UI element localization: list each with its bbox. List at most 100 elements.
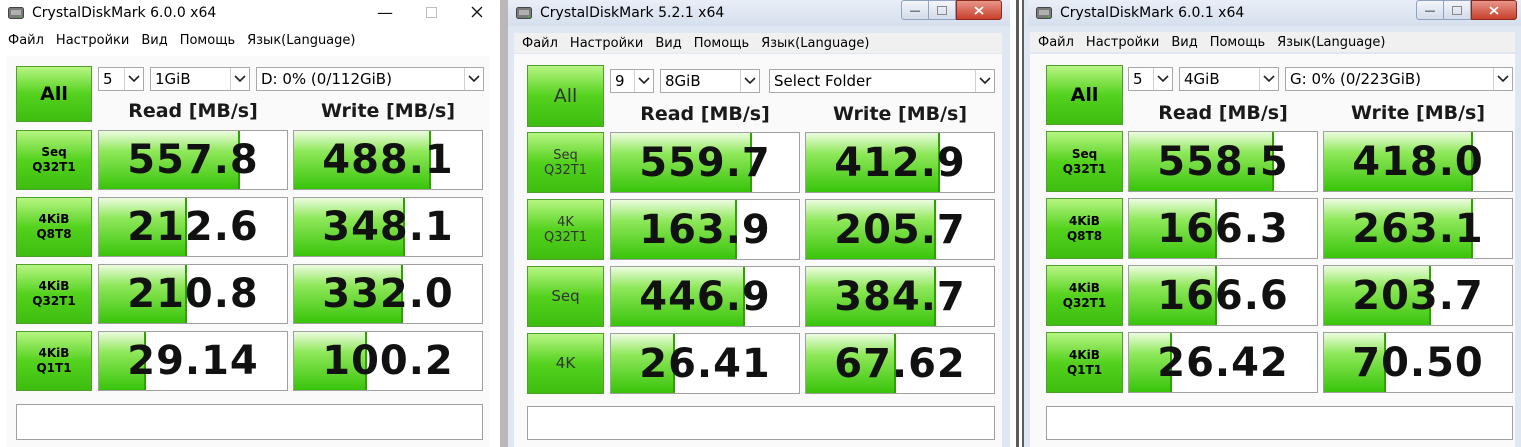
write-value: 67.62: [834, 340, 966, 387]
app-icon: [8, 7, 24, 19]
test-label-line2: Q32T1: [32, 160, 76, 174]
write-header: Write [MB/s]: [832, 103, 968, 125]
read-result: 446.9: [610, 266, 800, 327]
chevron-down-icon: [1153, 68, 1172, 90]
read-result: 163.9: [610, 199, 800, 260]
comment-field[interactable]: [1046, 406, 1513, 440]
test-4k-button[interactable]: 4K: [527, 333, 604, 394]
test-size-select[interactable]: 8GiB: [660, 69, 760, 93]
menu-help[interactable]: Помощь: [694, 36, 749, 51]
menu-settings[interactable]: Настройки: [570, 36, 643, 51]
test-4kib-q32t1-button[interactable]: 4KiB Q32T1: [16, 264, 92, 324]
drive-select[interactable]: Select Folder: [769, 69, 995, 93]
menu-file[interactable]: Файл: [522, 36, 558, 51]
maximize-button[interactable]: [929, 0, 956, 20]
write-value: 384.7: [834, 273, 966, 320]
test-4kib-q32t1-button[interactable]: 4KiB Q32T1: [1046, 265, 1123, 326]
test-label-line2: Q32T1: [544, 229, 587, 245]
write-value: 418.0: [1352, 138, 1484, 185]
maximize-button[interactable]: [1444, 0, 1471, 20]
read-value: 212.6: [127, 204, 259, 250]
write-value: 332.0: [322, 271, 454, 317]
menu-settings[interactable]: Настройки: [56, 33, 129, 48]
test-label-line1: 4K: [555, 354, 576, 372]
read-value: 163.9: [639, 206, 771, 253]
maximize-button[interactable]: [408, 0, 454, 24]
minimize-button[interactable]: —: [362, 0, 408, 24]
test-seq-button[interactable]: Seq: [527, 266, 604, 327]
menu-help[interactable]: Помощь: [1210, 35, 1265, 50]
test-size-select[interactable]: 1GiB: [150, 67, 250, 91]
test-count-select[interactable]: 5: [98, 67, 144, 91]
read-header: Read [MB/s]: [1158, 102, 1288, 124]
all-button[interactable]: All: [16, 66, 92, 122]
menu-view[interactable]: Вид: [141, 33, 167, 48]
drive-select[interactable]: D: 0% (0/112GiB): [256, 67, 484, 91]
test-label-line2: Q8T8: [1066, 228, 1103, 243]
write-result: 488.1: [293, 130, 483, 190]
window-controls: —: [901, 0, 1002, 22]
test-count-select[interactable]: 9: [610, 69, 654, 93]
write-result: 412.9: [805, 132, 995, 193]
test-4kib-q8t8-button[interactable]: 4KiB Q8T8: [16, 197, 92, 257]
test-4kib-q8t8-button[interactable]: 4KiB Q8T8: [1046, 198, 1123, 259]
menu-language[interactable]: Язык(Language): [1277, 35, 1385, 50]
drive-value: G: 0% (0/223GiB): [1290, 70, 1422, 88]
drive-value: Select Folder: [774, 72, 872, 90]
test-4kib-q1t1-button[interactable]: 4KiB Q1T1: [16, 331, 92, 391]
read-value: 446.9: [639, 273, 771, 320]
read-result: 559.7: [610, 132, 800, 193]
test-seq-q32t1-button[interactable]: Seq Q32T1: [1046, 131, 1123, 192]
test-label-line1: Seq: [551, 287, 580, 305]
menu-view[interactable]: Вид: [1171, 35, 1197, 50]
read-value: 210.8: [127, 271, 259, 317]
minimize-button[interactable]: —: [901, 0, 929, 20]
window-title: CrystalDiskMark 5.2.1 x64: [540, 5, 725, 21]
minimize-button[interactable]: —: [1416, 0, 1444, 20]
drive-select[interactable]: G: 0% (0/223GiB): [1285, 67, 1513, 91]
test-seq-q32t1-button[interactable]: Seq Q32T1: [16, 130, 92, 190]
read-value: 166.3: [1157, 205, 1289, 252]
menu-file[interactable]: Файл: [1038, 35, 1074, 50]
maximize-icon: [937, 5, 947, 15]
test-label-line1: 4KiB: [1069, 280, 1100, 295]
all-button[interactable]: All: [1046, 65, 1123, 125]
test-size-value: 4GiB: [1184, 70, 1220, 88]
read-header: Read [MB/s]: [640, 103, 770, 125]
comment-field[interactable]: [527, 406, 995, 440]
chevron-down-icon: [1493, 68, 1512, 90]
test-4k-q32t1-button[interactable]: 4K Q32T1: [527, 199, 604, 260]
menu-file[interactable]: Файл: [8, 33, 44, 48]
menu-bar: Файл Настройки Вид Помощь Язык(Language): [1030, 32, 1515, 52]
menu-language[interactable]: Язык(Language): [247, 33, 355, 48]
test-size-select[interactable]: 4GiB: [1179, 67, 1279, 91]
test-seq-q32t1-button[interactable]: Seq Q32T1: [527, 132, 604, 193]
test-label-line2: Q32T1: [544, 162, 587, 178]
test-label-line2: Q1T1: [36, 361, 72, 375]
test-label-line1: Seq: [553, 147, 578, 163]
all-button[interactable]: All: [527, 65, 604, 127]
comment-field[interactable]: [16, 404, 483, 440]
write-result: 348.1: [293, 197, 483, 257]
write-result: 205.7: [805, 199, 995, 260]
test-label-line1: 4KiB: [38, 346, 70, 360]
write-value: 70.50: [1352, 339, 1484, 386]
window-cdm-600: CrystalDiskMark 6.0.0 x64 — Файл Настрой…: [0, 0, 500, 447]
chevron-down-icon: [634, 70, 653, 92]
test-size-value: 8GiB: [665, 72, 701, 90]
test-count-select[interactable]: 5: [1128, 67, 1173, 91]
read-value: 557.8: [127, 137, 259, 183]
chevron-down-icon: [1259, 68, 1278, 90]
read-result: 29.14: [98, 331, 288, 391]
menu-settings[interactable]: Настройки: [1086, 35, 1159, 50]
menu-view[interactable]: Вид: [655, 36, 681, 51]
close-button[interactable]: [454, 0, 500, 24]
close-button[interactable]: [1471, 0, 1517, 20]
read-result: 557.8: [98, 130, 288, 190]
menu-language[interactable]: Язык(Language): [761, 36, 869, 51]
close-button[interactable]: [956, 0, 1002, 20]
test-4kib-q1t1-button[interactable]: 4KiB Q1T1: [1046, 332, 1123, 393]
write-header: Write [MB/s]: [320, 100, 456, 122]
menu-help[interactable]: Помощь: [180, 33, 235, 48]
window-title: CrystalDiskMark 6.0.1 x64: [1060, 5, 1245, 21]
